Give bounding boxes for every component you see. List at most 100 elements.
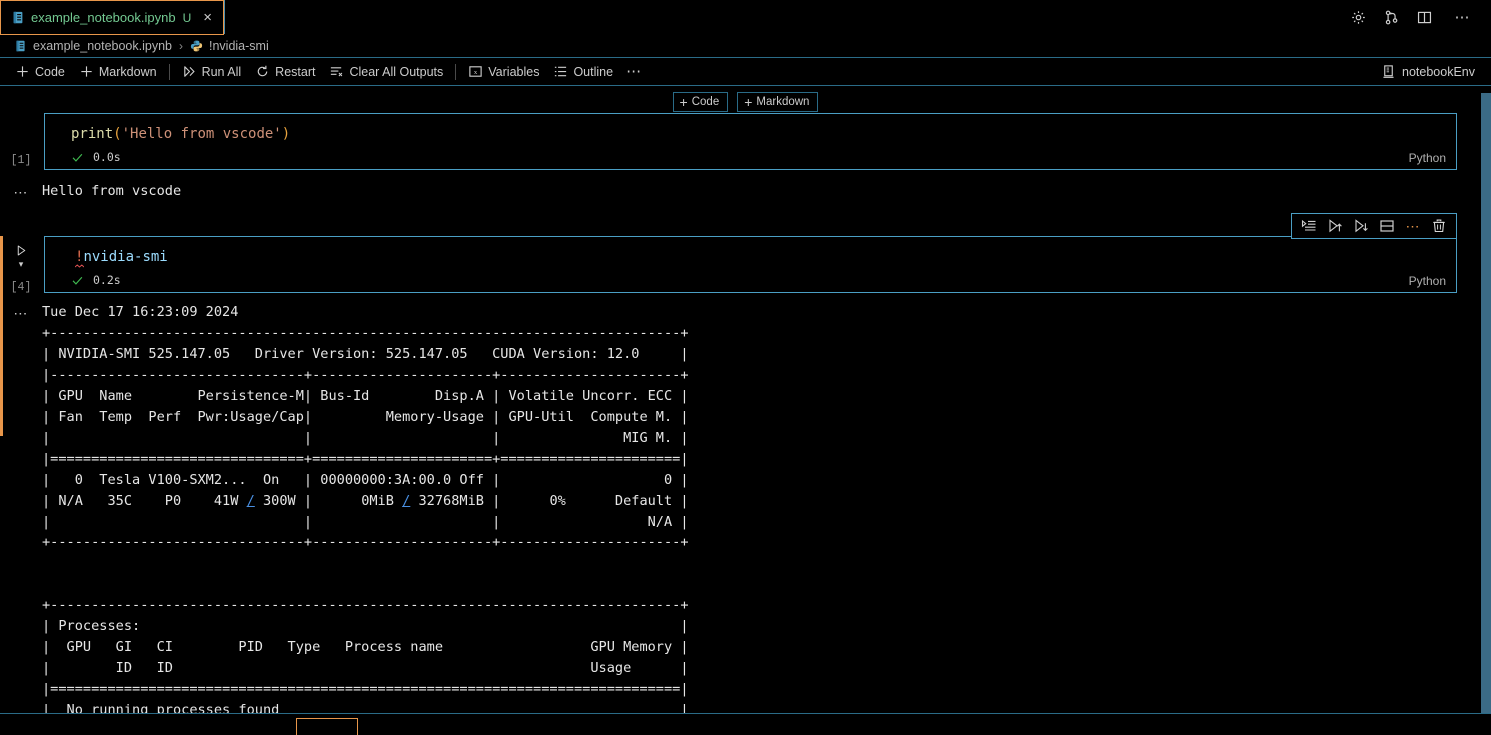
delete-cell-icon xyxy=(1433,219,1445,233)
variables-label: Variables xyxy=(488,64,540,79)
execution-duration: 0.2s xyxy=(93,273,121,287)
output-blank-line xyxy=(42,552,689,573)
notebook-icon xyxy=(16,40,25,52)
error-squiggle-icon xyxy=(75,264,84,268)
scrollbar-thumb[interactable] xyxy=(1481,93,1491,733)
kernel-label: notebookEnv xyxy=(1402,64,1475,79)
editor-tab-example-notebook[interactable]: example_notebook.ipynb U × xyxy=(0,0,224,35)
kernel-picker[interactable]: notebookEnv xyxy=(1375,62,1481,81)
notebook-scrollbar[interactable] xyxy=(1481,86,1491,735)
split-editor-icon[interactable] xyxy=(1416,9,1433,26)
output-blank-line xyxy=(42,573,689,594)
plus-icon: + xyxy=(679,94,688,110)
gpu-row-part: 32768MiB | 0% Default | xyxy=(410,492,689,509)
editor-tab-bar: example_notebook.ipynb U × ⋯ xyxy=(0,0,1491,35)
more-actions-icon: ⋯ xyxy=(1405,218,1421,234)
run-by-line-button[interactable] xyxy=(1296,214,1322,238)
execute-below-icon xyxy=(1355,219,1368,233)
cell-hover-toolbar: ⋯ xyxy=(1291,213,1457,239)
output-gpu-row: | | | N/A | xyxy=(42,513,689,530)
code-token-open-paren: ( xyxy=(113,126,122,142)
run-cell-button[interactable] xyxy=(11,240,31,260)
success-check-icon xyxy=(72,276,83,285)
split-cell-icon xyxy=(1380,220,1394,232)
add-markdown-cell-label: Markdown xyxy=(98,64,157,79)
cell-execution-status: 0.0s Python xyxy=(45,148,1456,169)
success-check-icon xyxy=(72,153,83,162)
notebook-cell-1[interactable]: [1] print('Hello from vscode') 0.0s Pyth… xyxy=(0,113,1491,170)
cell-language-label[interactable]: Python xyxy=(1409,151,1446,165)
output-line: |=======================================… xyxy=(42,681,689,698)
gpu-row-part: | N/A 35C P0 41W xyxy=(42,492,247,509)
chevron-down-icon[interactable]: ▾ xyxy=(19,260,24,269)
breadcrumb-file[interactable]: example_notebook.ipynb xyxy=(33,39,172,53)
close-icon[interactable]: × xyxy=(200,8,215,27)
output-line: | Fan Temp Perf Pwr:Usage/Cap| Memory-Us… xyxy=(42,408,689,425)
status-bar xyxy=(0,713,1491,735)
cell-language-label[interactable]: Python xyxy=(1409,274,1446,288)
toolbar-more-icon[interactable]: ⋯ xyxy=(620,64,649,79)
notebook-cell-2[interactable]: ⋯ ▾ [4] ! nvidia-smi 0.2s Python xyxy=(0,213,1491,436)
execution-duration: 0.0s xyxy=(93,150,121,164)
insert-markdown-label: Markdown xyxy=(756,96,810,108)
toolbar-divider xyxy=(455,63,457,80)
cell-editor[interactable]: ! nvidia-smi 0.2s Python xyxy=(44,236,1457,293)
notebook-toolbar: Code Markdown Run All Restart Clear All … xyxy=(0,58,1491,86)
plus-icon: + xyxy=(744,94,753,110)
code-token-close-paren: ) xyxy=(281,126,291,142)
add-code-cell-button[interactable]: Code xyxy=(8,62,72,81)
cell-source-code[interactable]: print('Hello from vscode') xyxy=(45,114,1456,148)
cell-gutter: ▾ [4] xyxy=(0,240,42,296)
run-by-line-icon xyxy=(1301,219,1316,231)
cell-output-2: ⋯ Tue Dec 17 16:23:09 2024 +------------… xyxy=(0,301,1491,735)
more-actions-icon[interactable]: ⋯ xyxy=(1449,10,1478,25)
output-more-icon[interactable]: ⋯ xyxy=(0,180,42,202)
output-line: +---------------------------------------… xyxy=(42,324,689,341)
breadcrumb-separator: › xyxy=(179,39,183,53)
breadcrumb: example_notebook.ipynb › !nvidia-smi xyxy=(0,35,1491,58)
insert-markdown-cell-button[interactable]: + Markdown xyxy=(737,92,819,112)
execute-above-icon xyxy=(1329,219,1342,233)
outline-button[interactable]: Outline xyxy=(546,62,620,81)
execute-above-button[interactable] xyxy=(1322,214,1348,238)
python-icon xyxy=(190,40,203,52)
output-link[interactable]: / xyxy=(247,493,255,509)
clear-all-outputs-button[interactable]: Clear All Outputs xyxy=(322,62,450,81)
variables-icon: x xyxy=(469,66,482,77)
toolbar-divider xyxy=(168,63,170,80)
gpu-row-part: 300W | 0MiB xyxy=(254,492,403,509)
output-line: |===============================+=======… xyxy=(42,450,689,467)
cell-source-code[interactable]: ! nvidia-smi xyxy=(45,237,1456,271)
variables-button[interactable]: x Variables xyxy=(461,62,546,81)
restart-kernel-label: Restart xyxy=(275,64,316,79)
output-more-icon[interactable]: ⋯ xyxy=(0,301,42,323)
status-bar-item[interactable] xyxy=(296,718,358,735)
restart-kernel-button[interactable]: Restart xyxy=(248,62,322,81)
code-token-shell-bang: ! xyxy=(75,249,84,268)
cell-output-1: ⋯ Hello from vscode xyxy=(0,180,1491,202)
execute-below-button[interactable] xyxy=(1348,214,1374,238)
clear-all-outputs-label: Clear All Outputs xyxy=(349,64,444,79)
breadcrumb-symbol[interactable]: !nvidia-smi xyxy=(209,39,269,53)
cell-more-actions-button[interactable]: ⋯ xyxy=(1400,214,1426,238)
cell-editor[interactable]: print('Hello from vscode') 0.0s Python xyxy=(44,113,1457,170)
delete-cell-button[interactable] xyxy=(1426,214,1452,238)
settings-gear-icon[interactable] xyxy=(1350,9,1367,26)
svg-text:x: x xyxy=(474,69,478,76)
editor-tab-label: example_notebook.ipynb xyxy=(31,10,176,25)
code-token-function: print xyxy=(71,126,114,142)
code-token-command: nvidia-smi xyxy=(83,249,168,265)
run-all-button[interactable]: Run All xyxy=(175,62,249,81)
outline-icon xyxy=(555,66,567,77)
source-control-icon[interactable] xyxy=(1383,9,1400,26)
restart-icon xyxy=(257,65,268,77)
notebook-body: + Code + Markdown [1] print('Hello from … xyxy=(0,86,1491,735)
add-markdown-cell-button[interactable]: Markdown xyxy=(72,62,164,81)
insert-code-cell-button[interactable]: + Code xyxy=(672,92,729,112)
output-gpu-row: | N/A 35C P0 41W / 300W | 0MiB / 32768Mi… xyxy=(42,490,689,511)
plus-icon xyxy=(81,66,92,77)
code-token-string: 'Hello from vscode' xyxy=(121,126,282,142)
split-cell-button[interactable] xyxy=(1374,214,1400,238)
output-gpu-row: | 0 Tesla V100-SXM2... On | 00000000:3A:… xyxy=(42,471,689,488)
notebook-icon xyxy=(13,11,23,24)
